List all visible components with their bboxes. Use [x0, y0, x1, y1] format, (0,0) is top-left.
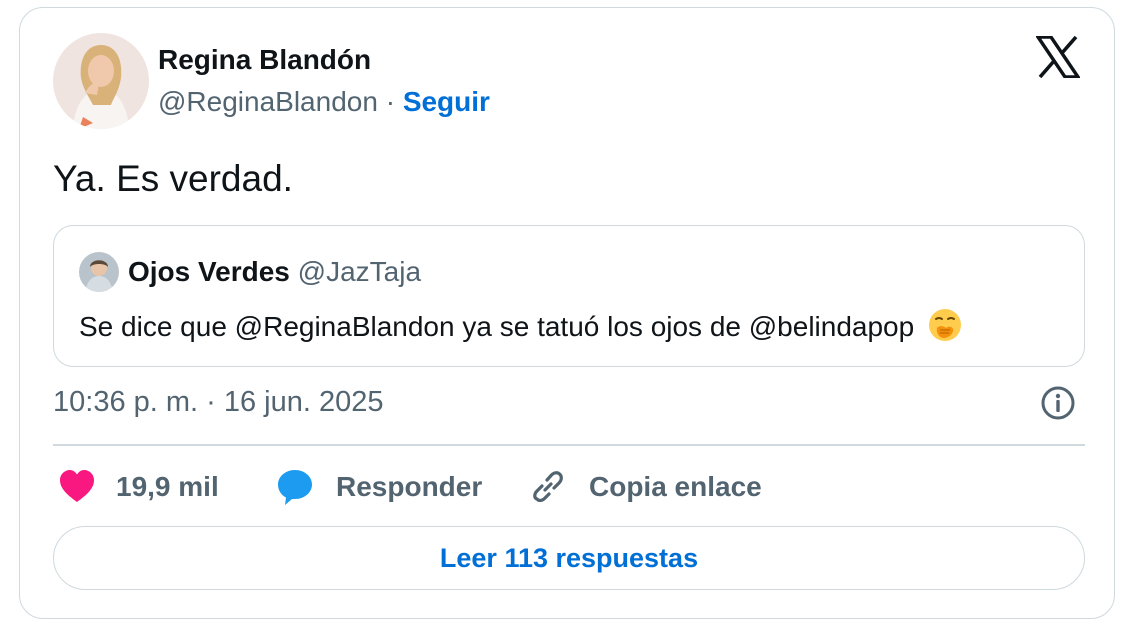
speech-bubble-icon — [276, 468, 314, 506]
x-logo-icon[interactable] — [1034, 35, 1082, 79]
quoted-author-avatar[interactable] — [79, 252, 119, 292]
quoted-author-handle: @JazTaja — [297, 256, 422, 287]
author-handle[interactable]: @ReginaBlandon — [158, 86, 378, 117]
follow-button[interactable]: Seguir — [403, 86, 490, 117]
info-icon[interactable] — [1040, 385, 1076, 421]
author-handle-line: @ReginaBlandon · Seguir — [158, 86, 490, 118]
tweet-text: Ya. Es verdad. — [53, 158, 293, 199]
link-icon — [529, 468, 567, 506]
copy-link-label: Copia enlace — [589, 471, 762, 502]
divider — [53, 444, 1085, 446]
quoted-text: Se dice que @ReginaBlandon ya se tatuó l… — [79, 311, 915, 342]
author-avatar[interactable] — [53, 33, 149, 129]
heart-icon — [58, 468, 96, 506]
read-replies-button[interactable]: Leer 113 respuestas — [53, 526, 1085, 590]
quoted-tweet[interactable]: Ojos Verdes @JazTaja Se dice que @Regina… — [53, 225, 1085, 367]
reply-label: Responder — [336, 471, 483, 502]
author-name[interactable]: Regina Blandón — [158, 44, 371, 76]
read-replies-label: Leer 113 respuestas — [439, 542, 699, 573]
like-count: 19,9 mil — [116, 471, 219, 502]
separator-dot: · — [385, 86, 396, 117]
reply-button[interactable]: Responder — [276, 465, 482, 509]
quoted-author-line: Ojos Verdes @JazTaja — [128, 256, 421, 288]
tweet-timestamp[interactable]: 10:36 p. m. · 16 jun. 2025 — [53, 386, 384, 419]
face-with-hand-over-mouth-icon — [928, 308, 962, 349]
like-button[interactable]: 19,9 mil — [58, 465, 219, 509]
quoted-author-name: Ojos Verdes — [128, 256, 290, 287]
quoted-text-line: Se dice que @ReginaBlandon ya se tatuó l… — [79, 308, 962, 349]
copy-link-button[interactable]: Copia enlace — [529, 465, 762, 509]
tweet-embed-card: Regina Blandón @ReginaBlandon · Seguir Y… — [19, 7, 1115, 619]
action-bar: 19,9 mil Responder Copia enlace — [20, 465, 1114, 509]
